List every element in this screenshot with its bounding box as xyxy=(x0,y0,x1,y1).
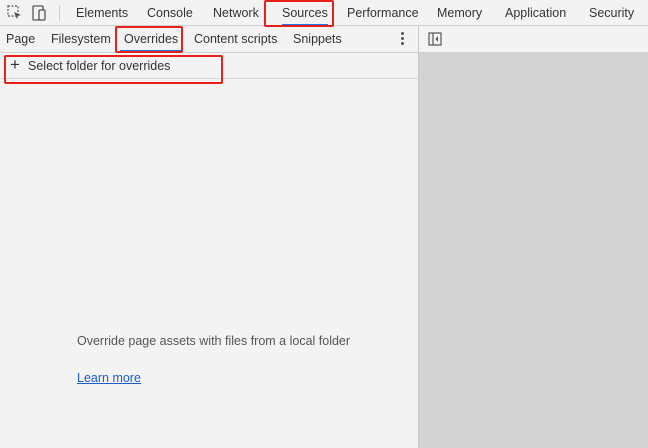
tab-content-scripts[interactable]: Content scripts xyxy=(194,26,277,52)
tab-console[interactable]: Console xyxy=(147,0,193,26)
editor-toolbar xyxy=(419,26,648,53)
tab-label: Performance xyxy=(347,6,419,20)
device-toolbar-icon[interactable] xyxy=(30,4,48,22)
tab-label: Filesystem xyxy=(51,32,111,46)
tab-label: Snippets xyxy=(293,32,342,46)
tab-memory[interactable]: Memory xyxy=(437,0,482,26)
overrides-empty-message: Override page assets with files from a l… xyxy=(77,334,351,348)
tab-label: Elements xyxy=(76,6,129,20)
select-folder-button[interactable]: + Select folder for overrides xyxy=(0,53,418,79)
tab-page[interactable]: Page xyxy=(6,26,35,52)
tab-elements[interactable]: Elements xyxy=(76,0,128,26)
editor-pane xyxy=(419,26,648,448)
tab-label: Network xyxy=(213,6,259,20)
tab-network[interactable]: Network xyxy=(213,0,259,26)
tab-label: Page xyxy=(6,32,36,46)
tab-label: Application xyxy=(505,6,567,20)
toolbar-separator xyxy=(59,5,60,21)
tab-label: Sources xyxy=(282,6,328,20)
tab-performance[interactable]: Performance xyxy=(347,0,419,26)
tab-label: Console xyxy=(147,6,193,20)
tab-application[interactable]: Application xyxy=(505,0,566,26)
inspect-element-icon[interactable] xyxy=(6,4,24,22)
sources-navigator: Page Filesystem Overrides Content script… xyxy=(0,26,418,448)
devtools-main-toolbar: Elements Console Network Sources Perform… xyxy=(0,0,648,26)
tab-snippets[interactable]: Snippets xyxy=(293,26,342,52)
navigator-tabbar: Page Filesystem Overrides Content script… xyxy=(0,26,418,53)
plus-icon: + xyxy=(10,55,20,74)
toggle-navigator-icon[interactable] xyxy=(428,32,442,46)
tab-label: Content scripts xyxy=(194,32,278,46)
tab-label: Overrides xyxy=(124,32,179,46)
learn-more-link[interactable]: Learn more xyxy=(77,371,141,385)
tab-label: Security xyxy=(589,6,635,20)
tab-label: Memory xyxy=(437,6,483,20)
tab-overrides[interactable]: Overrides xyxy=(120,26,183,52)
selected-tab-indicator xyxy=(120,50,183,52)
tab-sources[interactable]: Sources xyxy=(282,0,328,26)
select-folder-label: Select folder for overrides xyxy=(28,59,171,73)
tab-filesystem[interactable]: Filesystem xyxy=(51,26,111,52)
more-vertical-icon[interactable] xyxy=(396,31,408,47)
tab-security[interactable]: Security xyxy=(589,0,634,26)
